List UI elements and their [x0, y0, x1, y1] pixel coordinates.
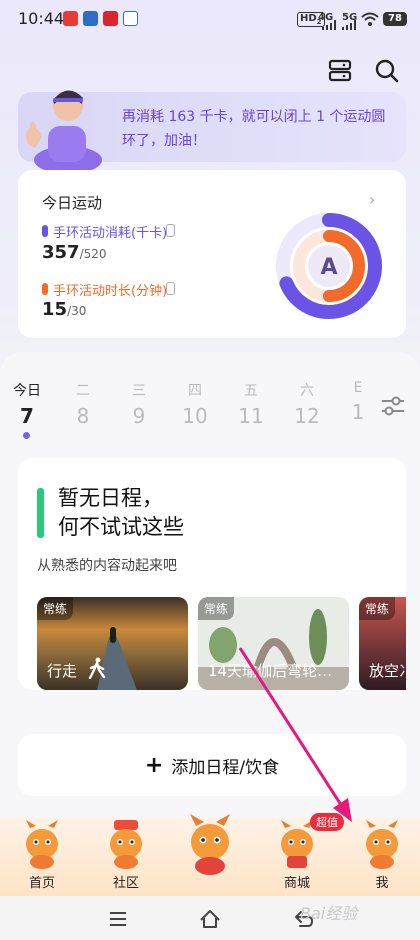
day-name: 五 [244, 383, 258, 399]
tile-label: 14天瑜伽后弯轮… [208, 662, 333, 680]
add-schedule-label: 添加日程/饮食 [171, 757, 280, 778]
battery-indicator: 78 [383, 12, 407, 26]
banner-message: 再消耗 163 千卡，就可以闭上 1 个运动圆环了，加油！ [122, 109, 386, 149]
athlete-illustration [26, 90, 102, 170]
tab-home[interactable]: 首页 [0, 818, 84, 891]
workout-tile-yoga[interactable]: 常练 14天瑜伽后弯轮… [198, 597, 349, 690]
search-icon[interactable] [374, 58, 400, 84]
tab-label: 商城 [283, 876, 310, 891]
day-name: 二 [76, 383, 90, 399]
day-name: E [353, 380, 363, 396]
day-name: 六 [300, 383, 314, 399]
duration-value-row: 15/30 [42, 299, 86, 320]
calories-value: 357 [42, 242, 80, 263]
notification-app-icon [123, 11, 138, 26]
title-line: 何不试试这些 [58, 515, 184, 539]
tab-community[interactable]: 社区 [84, 818, 168, 891]
tab-center[interactable] [168, 812, 252, 878]
activity-title: 今日运动 [42, 194, 103, 212]
status-time: 10:44 [18, 9, 65, 28]
calendar-stack-icon[interactable] [327, 58, 353, 84]
tab-label: 首页 [28, 876, 55, 891]
ring-grade-letter: A [320, 255, 337, 280]
notification-app-icon [63, 11, 78, 26]
duration-target: /30 [67, 304, 87, 318]
schedule-subtitle: 从熟悉的内容动起来吧 [37, 558, 177, 574]
day-item[interactable]: 六 12 [287, 380, 327, 428]
promo-badge: 超值 [310, 813, 344, 831]
home-nav-icon[interactable] [199, 908, 221, 930]
center-mascot-icon [190, 814, 230, 875]
day-name: 四 [188, 383, 202, 399]
duration-value: 15 [42, 299, 68, 320]
filter-settings-icon[interactable] [380, 394, 406, 418]
status-bar: 10:44 HD2 4G 5G 78 [0, 0, 420, 38]
day-number: 12 [294, 404, 320, 428]
calories-target: /520 [79, 247, 107, 261]
day-number: 1 [351, 400, 365, 424]
notification-app-icon [103, 11, 118, 26]
tile-label: 放空冫 [369, 662, 406, 680]
title-line: 暂无日程， [58, 486, 163, 510]
day-today[interactable]: 今日 7 [7, 380, 47, 428]
add-schedule-button[interactable]: + 添加日程/饮食 [18, 734, 406, 796]
community-mascot-icon [110, 820, 142, 869]
walking-icon [88, 657, 106, 679]
day-number: 10 [182, 404, 208, 428]
day-item[interactable]: 二8 [63, 380, 103, 428]
schedule-empty-title: 暂无日程， 何不试试这些 [58, 484, 184, 542]
day-number: 8 [76, 404, 90, 428]
day-name: 今日 [13, 383, 41, 399]
tile-tag: 常练 [37, 597, 74, 620]
tab-me[interactable]: 我 [340, 818, 420, 891]
tab-label: 我 [375, 876, 389, 891]
tile-tag: 常练 [359, 597, 396, 620]
workout-tile-walk[interactable]: 常练 行走 [37, 597, 188, 690]
workout-tile-relax[interactable]: 常练 放空冫 [359, 597, 406, 690]
signal-icon [342, 20, 356, 30]
day-item[interactable]: 三9 [119, 380, 159, 428]
chevron-right-icon[interactable]: › [369, 190, 375, 209]
calories-legend-dot [42, 225, 48, 237]
wifi-icon [361, 12, 379, 26]
me-mascot-icon [366, 820, 398, 869]
calories-value-row: 357/520 [42, 242, 107, 263]
week-strip: 今日 7 二8 三9 四 10 五 11 六 12 E1 [0, 380, 380, 430]
band-icon [166, 282, 175, 295]
tile-tag: 常练 [198, 597, 235, 620]
day-item[interactable]: 四 10 [175, 380, 215, 428]
home-mascot-icon [26, 820, 58, 869]
tab-label: 社区 [112, 876, 139, 891]
watermark-text: Bai经验 [300, 904, 358, 923]
day-number: 7 [20, 404, 34, 428]
calories-label: 手环活动消耗(千卡) [53, 226, 168, 241]
day-item[interactable]: 五 11 [231, 380, 271, 428]
day-name: 三 [132, 383, 146, 399]
menu-icon[interactable] [107, 908, 129, 930]
day-number: 9 [132, 404, 146, 428]
tile-label: 行走 [47, 662, 78, 680]
duration-label: 手环活动时长(分钟) [53, 284, 168, 299]
notification-app-icon [83, 11, 98, 26]
band-icon [166, 224, 175, 237]
day-item[interactable]: E1 [343, 380, 373, 424]
duration-legend-dot [42, 283, 48, 295]
day-number: 11 [238, 404, 264, 428]
today-indicator-dot [23, 432, 30, 439]
activity-rings[interactable]: A [274, 211, 384, 321]
signal-icon [322, 20, 336, 30]
plus-icon: + [144, 752, 164, 778]
accent-bar [37, 488, 44, 538]
